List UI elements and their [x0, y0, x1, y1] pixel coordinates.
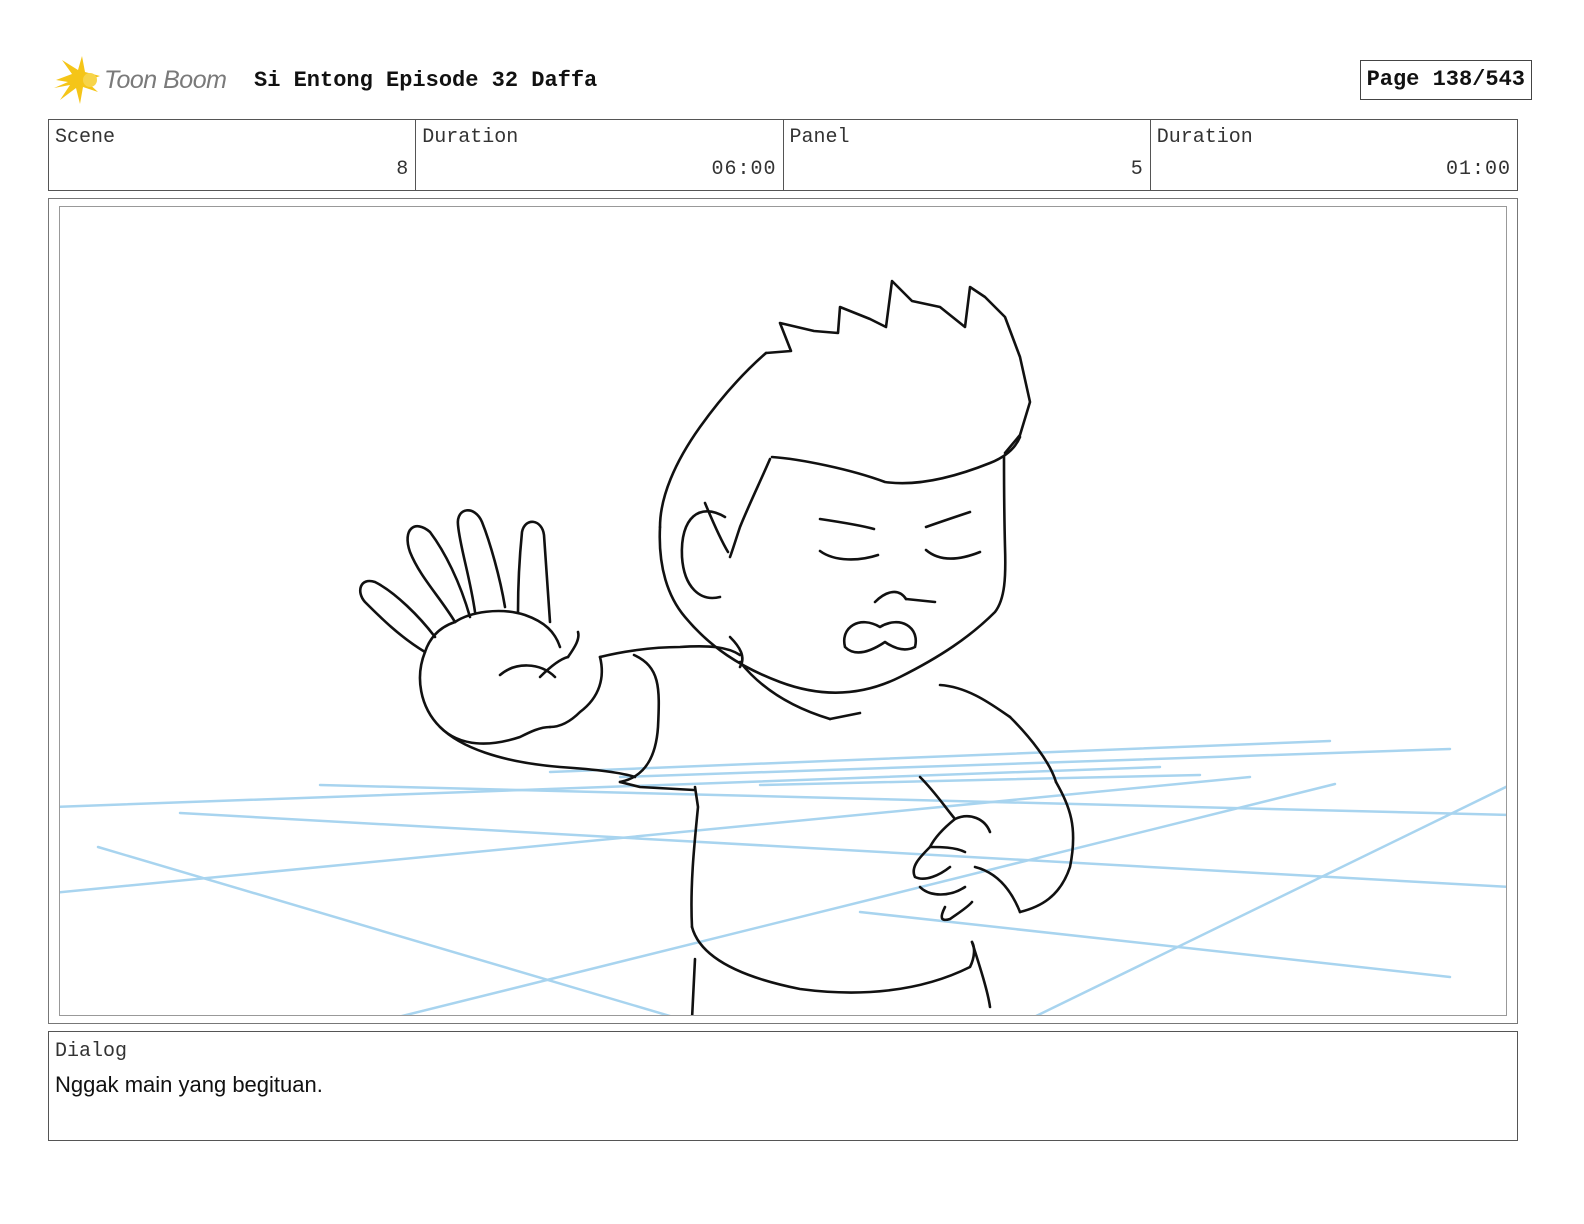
scene-value: 8 — [396, 158, 410, 181]
storyboard-panel-frame — [48, 198, 1518, 1024]
panel-duration-label: Duration — [1156, 126, 1253, 149]
toon-boom-logo: Toon Boom — [52, 56, 242, 106]
dialog-label: Dialog — [55, 1040, 128, 1063]
scene-duration-label: Duration — [422, 126, 519, 149]
page-indicator: Page 138/543 — [1359, 60, 1532, 100]
panel-duration-value: 01:00 — [1445, 158, 1511, 181]
scene-duration-cell: Duration 06:00 — [416, 120, 784, 190]
storyboard-sketch — [60, 279, 1506, 1015]
project-title: Si Entong Episode 32 Daffa — [254, 68, 598, 93]
dialog-text: Nggak main yang begituan. — [55, 1072, 323, 1097]
panel-value: 5 — [1130, 158, 1144, 181]
panel-cell: Panel 5 — [784, 120, 1151, 190]
scene-label: Scene — [55, 126, 116, 149]
panel-label: Panel — [789, 126, 850, 149]
character-sketch — [358, 279, 1075, 1015]
logo-text: Toon Boom — [104, 66, 227, 94]
storyboard-panel — [59, 206, 1507, 1016]
scene-info-table: Scene 8 Duration 06:00 Panel 5 Duration … — [48, 119, 1518, 191]
panel-duration-cell: Duration 01:00 — [1151, 120, 1517, 190]
page-header: Toon Boom Si Entong Episode 32 Daffa Pag… — [52, 56, 1532, 106]
dialog-box: Dialog Nggak main yang begituan. — [48, 1031, 1518, 1141]
scene-cell: Scene 8 — [49, 120, 417, 190]
toon-boom-burst-icon — [54, 56, 100, 104]
scene-duration-value: 06:00 — [711, 158, 777, 181]
perspective-lines — [60, 739, 1506, 1015]
